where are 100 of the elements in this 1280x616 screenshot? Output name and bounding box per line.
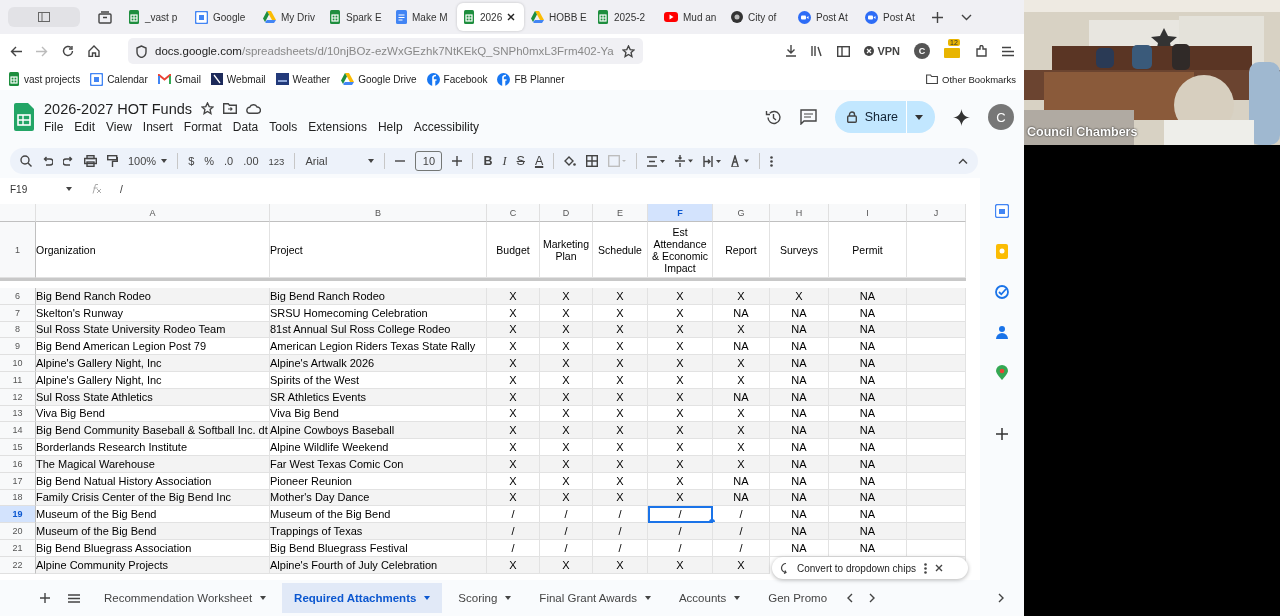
chevron-right-icon[interactable] [869,593,876,603]
paint-bucket-icon[interactable] [564,155,577,167]
column-header[interactable]: F [648,204,713,222]
add-sheet-icon[interactable] [40,593,50,603]
browser-tab[interactable]: Make M [390,3,457,31]
print-icon[interactable] [84,155,97,167]
star-icon[interactable] [621,44,635,58]
rotate-icon[interactable] [731,155,750,167]
plus-icon[interactable] [996,428,1008,440]
plus-icon[interactable] [932,11,943,23]
strikethrough-button[interactable]: S [516,154,525,168]
task-check-icon[interactable] [995,285,1009,299]
row-number[interactable]: 6 [0,288,36,305]
sheet-tab[interactable]: Final Grant Awards [527,583,663,613]
comment-icon[interactable] [799,109,817,125]
library-icon[interactable] [811,45,824,57]
sheet-tab[interactable]: Accounts [666,583,753,613]
row-number[interactable]: 14 [0,422,36,440]
chevron-down-icon[interactable] [961,13,972,21]
column-header[interactable]: E [593,204,648,222]
plus-icon[interactable] [452,156,463,166]
align-icon[interactable] [647,155,666,167]
chevron-left-icon[interactable] [847,593,854,603]
more-icon[interactable] [770,155,774,167]
bookmark-link[interactable]: Calendar [90,72,148,86]
undo-icon[interactable] [42,156,53,166]
menu-item[interactable]: Format [183,119,222,134]
browser-tab[interactable]: HOBB E [524,3,591,31]
close-icon[interactable] [507,13,516,21]
row-number[interactable]: 20 [0,523,36,540]
menu-item[interactable]: Data [232,119,259,134]
font-size-field[interactable]: 10 [415,151,443,171]
sheet-tab[interactable]: Required Attachments [282,583,443,613]
share-button[interactable]: Share [834,101,935,133]
formula-input[interactable]: / [120,183,123,195]
row-number[interactable]: 9 [0,338,36,356]
browser-tab[interactable]: Spark E [323,3,390,31]
column-header[interactable]: C [487,204,540,222]
browser-tab[interactable]: 2025-2 [591,3,658,31]
document-title[interactable]: 2026-2027 HOT Funds [44,100,193,117]
bookmark-link[interactable]: Facebook [426,72,488,86]
browser-tab[interactable]: City of [725,3,792,31]
sidebar-icon[interactable] [837,45,851,57]
menu-item[interactable]: Extensions [308,119,367,134]
download-icon[interactable] [785,45,798,57]
browser-tab[interactable]: Google [189,3,256,31]
bookmark-link[interactable]: vast projects [8,72,81,86]
close-icon[interactable] [934,564,943,572]
account-avatar[interactable]: C [988,104,1014,130]
back-icon[interactable] [10,45,22,57]
sidebar-toggle-button[interactable] [8,7,80,27]
reload-icon[interactable] [62,45,74,57]
format-button[interactable]: $ [188,155,195,167]
address-bar[interactable]: docs.google.com/spreadsheets/d/10njBOz-ezWxGEzhk7NtKEkQ_SNPh0mxL3Frm402-Ya [128,38,643,64]
browser-tab[interactable]: 2026 [457,3,524,31]
borders-icon[interactable] [586,155,599,167]
chevron-right-icon[interactable] [998,593,1004,603]
cloud-icon[interactable] [246,103,262,114]
browser-tab[interactable]: My Driv [256,3,323,31]
toast-text[interactable]: Convert to dropdown chips [797,562,916,574]
browser-tab[interactable]: Post At [859,3,926,31]
format-button[interactable]: .0 [224,155,234,167]
format-button[interactable]: .00 [243,155,259,167]
wrap-icon[interactable] [703,155,722,167]
name-box[interactable]: F19 [10,183,72,195]
bookmark-link[interactable]: Weather [275,73,331,85]
sheet-tab[interactable]: Recommendation Worksheet [92,583,279,613]
extensions-icon[interactable] [976,45,988,57]
profile-avatar[interactable]: C [914,43,930,59]
format-button[interactable]: 123 [268,155,285,167]
more-icon[interactable] [923,562,927,574]
format-button[interactable]: % [204,155,215,167]
move-folder-icon[interactable] [223,103,238,114]
row-number[interactable]: 1 [0,222,36,278]
column-header[interactable]: G [713,204,770,222]
paint-roller-icon[interactable] [107,154,118,168]
vertical-align-icon[interactable] [675,155,694,167]
menu-item[interactable]: Tools [269,119,298,134]
person-icon[interactable] [996,325,1008,339]
calendar-icon[interactable] [995,204,1009,218]
column-header[interactable]: H [770,204,829,222]
font-dropdown[interactable]: Arial [305,155,375,167]
star-icon[interactable] [201,102,215,115]
sheet-tab[interactable]: Scoring [446,583,524,613]
menu-item[interactable]: Insert [142,119,173,134]
row-number[interactable]: 10 [0,355,36,372]
column-header[interactable]: B [270,204,487,222]
bookmark-link[interactable]: Google Drive [340,73,417,85]
italic-button[interactable]: I [502,153,507,169]
map-pin-icon[interactable] [996,365,1008,380]
bookmark-link[interactable]: Gmail [157,73,201,85]
menu-item[interactable]: Help [377,119,403,134]
vpn-button[interactable]: VPN [864,45,900,57]
redo-icon[interactable] [63,156,74,166]
bold-button[interactable]: B [483,154,493,168]
spreadsheet-logo-icon[interactable] [14,103,34,131]
row-number[interactable]: 15 [0,439,36,456]
menu-item[interactable]: File [44,119,64,134]
text-color-button[interactable]: A [534,154,544,168]
sparkle-icon[interactable] [953,108,970,126]
